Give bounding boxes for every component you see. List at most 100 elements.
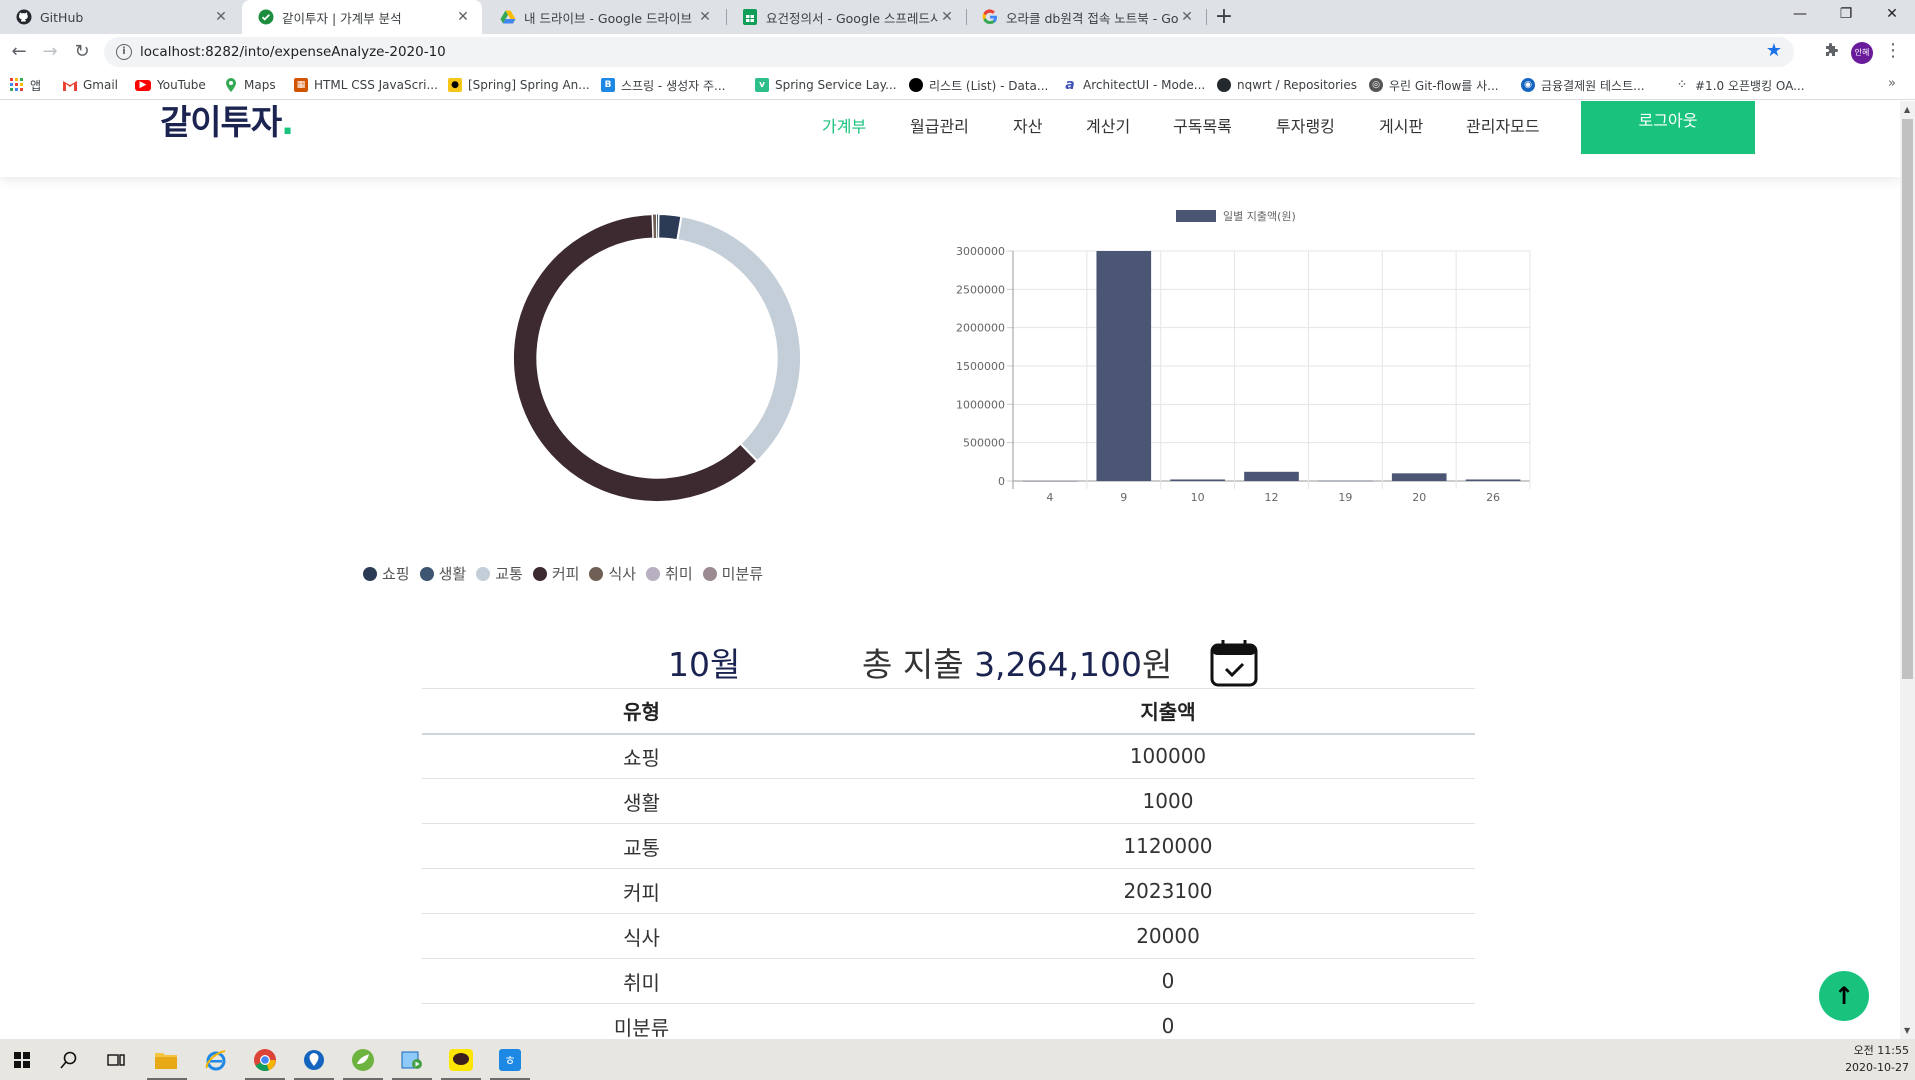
tab-title: GitHub [40, 9, 84, 25]
windows-start-icon[interactable] [6, 1044, 38, 1076]
legend-item-shopping[interactable]: 쇼핑 [363, 563, 410, 584]
nav-household-ledger[interactable]: 가계부 [822, 113, 866, 137]
system-clock[interactable]: 오전 11:55 2020-10-27 [1845, 1042, 1909, 1076]
restore-window-button[interactable]: ❐ [1823, 0, 1869, 30]
kakaotalk-icon[interactable] [445, 1044, 477, 1076]
bookmark-gmail[interactable]: Gmail [63, 76, 118, 94]
bookmark-git-flow[interactable]: ◎ 우린 Git-flow를 사... [1369, 76, 1499, 94]
x-tick-label: 20 [1412, 491, 1426, 504]
site-header: 같이투자. 가계부 월급관리 자산 계산기 구독목록 투자랭킹 게시판 관리자모… [0, 101, 1900, 177]
nav-admin-mode[interactable]: 관리자모드 [1466, 113, 1540, 137]
browser-tab-google-sheets[interactable]: 요건정의서 - Google 스프레드시 ✕ [726, 0, 966, 34]
bookmark-spring-service[interactable]: v Spring Service Lay... [755, 76, 897, 94]
nav-board[interactable]: 게시판 [1379, 113, 1423, 137]
task-view-icon[interactable] [100, 1044, 132, 1076]
bookmark-architectui[interactable]: a ArchitectUI - Mode... [1063, 76, 1205, 94]
table-row: 생활 1000 [422, 778, 1475, 824]
x-tick-label: 26 [1486, 491, 1500, 504]
logout-button[interactable]: 로그아웃 [1581, 101, 1755, 154]
donut-segment-meal[interactable] [651, 213, 658, 240]
new-tab-button[interactable]: + [1210, 3, 1238, 31]
scroll-to-top-button[interactable]: ↑ [1819, 971, 1869, 1021]
close-tab-icon[interactable]: ✕ [212, 9, 230, 25]
scroll-up-icon[interactable]: ▲ [1904, 105, 1910, 114]
browser-tab-google-drive[interactable]: 내 드라이브 - Google 드라이브 ✕ [484, 0, 724, 34]
bookmark-spring-constructor[interactable]: B 스프링 - 생성자 주... [601, 76, 726, 94]
nav-calculator[interactable]: 계산기 [1086, 113, 1130, 137]
forward-arrow-icon[interactable]: → [38, 40, 62, 64]
maps-app-icon[interactable] [298, 1044, 330, 1076]
address-bar[interactable]: i localhost:8282/into/expenseAnalyze-202… [104, 37, 1794, 67]
legend-item-transport[interactable]: 교통 [476, 563, 523, 584]
close-tab-icon[interactable]: ✕ [454, 9, 472, 25]
legend-item-uncategorized[interactable]: 미분류 [702, 563, 763, 584]
browser-tab-expense-analyze[interactable]: 같이투자 | 가계부 분석 ✕ [242, 0, 482, 34]
bookmark-open-banking[interactable]: ⁘ #1.0 오픈뱅킹 OA... [1675, 76, 1805, 94]
cell-type: 커피 [422, 868, 861, 914]
bookmark-kftc[interactable]: ◉ 금융결제원 테스트... [1521, 76, 1645, 94]
total-amount: 3,264,100 [974, 645, 1143, 684]
bookmark-spring-an[interactable]: ● [Spring] Spring An... [448, 76, 590, 94]
total-suffix: 원 [1142, 645, 1173, 684]
close-tab-icon[interactable]: ✕ [1178, 9, 1196, 25]
bookmark-label: #1.0 오픈뱅킹 OA... [1695, 78, 1805, 93]
site-logo[interactable]: 같이투자. [160, 101, 294, 144]
bookmark-label: HTML CSS JavaScri... [314, 78, 438, 92]
google-icon [982, 9, 998, 25]
nav-salary-management[interactable]: 월급관리 [910, 113, 969, 137]
legend-dot [702, 566, 717, 581]
scrollbar-thumb[interactable] [1902, 119, 1913, 679]
y-tick-label: 500000 [963, 437, 1005, 450]
check-circle-icon [258, 9, 274, 25]
clock-time: 오전 11:55 [1853, 1044, 1909, 1057]
apps-grid-icon [10, 78, 24, 92]
close-window-button[interactable]: ✕ [1869, 0, 1915, 30]
nav-subscriptions[interactable]: 구독목록 [1173, 113, 1232, 137]
reload-icon[interactable]: ↻ [70, 40, 94, 64]
chevron-more-bookmarks-icon[interactable]: » [1888, 76, 1896, 91]
legend-label: 교통 [495, 565, 523, 583]
bookmark-html-css[interactable]: ▦ HTML CSS JavaScri... [294, 76, 438, 94]
profile-avatar[interactable]: 안혜 [1851, 42, 1873, 64]
daily-expense-bar-chart: 일별 지출액(원) 0 500000 1000000 1500000 2000000 250… [956, 209, 1531, 504]
hangul-word-icon[interactable]: ㅎ [494, 1044, 526, 1076]
legend-item-coffee[interactable]: 커피 [532, 563, 579, 584]
internet-explorer-icon[interactable] [200, 1044, 232, 1076]
legend-item-living[interactable]: 생활 [419, 563, 466, 584]
back-arrow-icon[interactable]: ← [7, 40, 31, 64]
more-menu-icon[interactable]: ⋮ [1884, 40, 1902, 61]
close-tab-icon[interactable]: ✕ [938, 9, 956, 25]
nav-assets[interactable]: 자산 [1013, 113, 1042, 137]
close-tab-icon[interactable]: ✕ [696, 9, 714, 25]
bookmark-youtube[interactable]: ▶ YouTube [135, 76, 206, 94]
cell-amount: 20000 [861, 913, 1475, 959]
page-scrollbar[interactable]: ▲ ▼ [1900, 101, 1915, 1039]
bookmark-apps[interactable]: 앱 [10, 76, 41, 94]
bookmark-list-data[interactable]: 리스트 (List) - Data... [909, 76, 1048, 94]
bookmark-maps[interactable]: Maps [224, 76, 276, 94]
google-sheets-icon [742, 9, 758, 25]
cell-amount: 0 [861, 1003, 1475, 1039]
bookmark-star-icon[interactable]: ★ [1766, 40, 1782, 61]
file-explorer-icon[interactable] [150, 1044, 182, 1076]
site-info-icon[interactable]: i [116, 44, 132, 60]
calendar-check-icon[interactable] [1209, 638, 1259, 688]
nav-investment-ranking[interactable]: 투자랭킹 [1276, 113, 1335, 137]
bookmark-nqwrt[interactable]: nqwrt / Repositories [1217, 76, 1357, 94]
media-app-icon[interactable] [396, 1044, 428, 1076]
search-icon[interactable] [53, 1044, 85, 1076]
table-row: 교통 1120000 [422, 823, 1475, 869]
legend-item-hobby[interactable]: 취미 [646, 563, 693, 584]
minimize-window-button[interactable]: — [1777, 0, 1823, 30]
url-text[interactable]: localhost:8282/into/expenseAnalyze-2020-… [140, 44, 446, 60]
legend-dot [476, 566, 491, 581]
bookmark-label: [Spring] Spring An... [468, 78, 590, 92]
spring-tool-suite-icon[interactable] [347, 1044, 379, 1076]
chrome-icon[interactable] [249, 1044, 281, 1076]
browser-tab-github[interactable]: GitHub ✕ [0, 0, 240, 34]
extensions-puzzle-icon[interactable] [1823, 42, 1839, 62]
legend-item-meal[interactable]: 식사 [589, 563, 636, 584]
browser-tab-google-search[interactable]: 오라클 db원격 접속 노트북 - Go ✕ [966, 0, 1206, 34]
scroll-down-icon[interactable]: ▼ [1904, 1026, 1910, 1035]
donut-segment-transport[interactable] [676, 214, 802, 463]
